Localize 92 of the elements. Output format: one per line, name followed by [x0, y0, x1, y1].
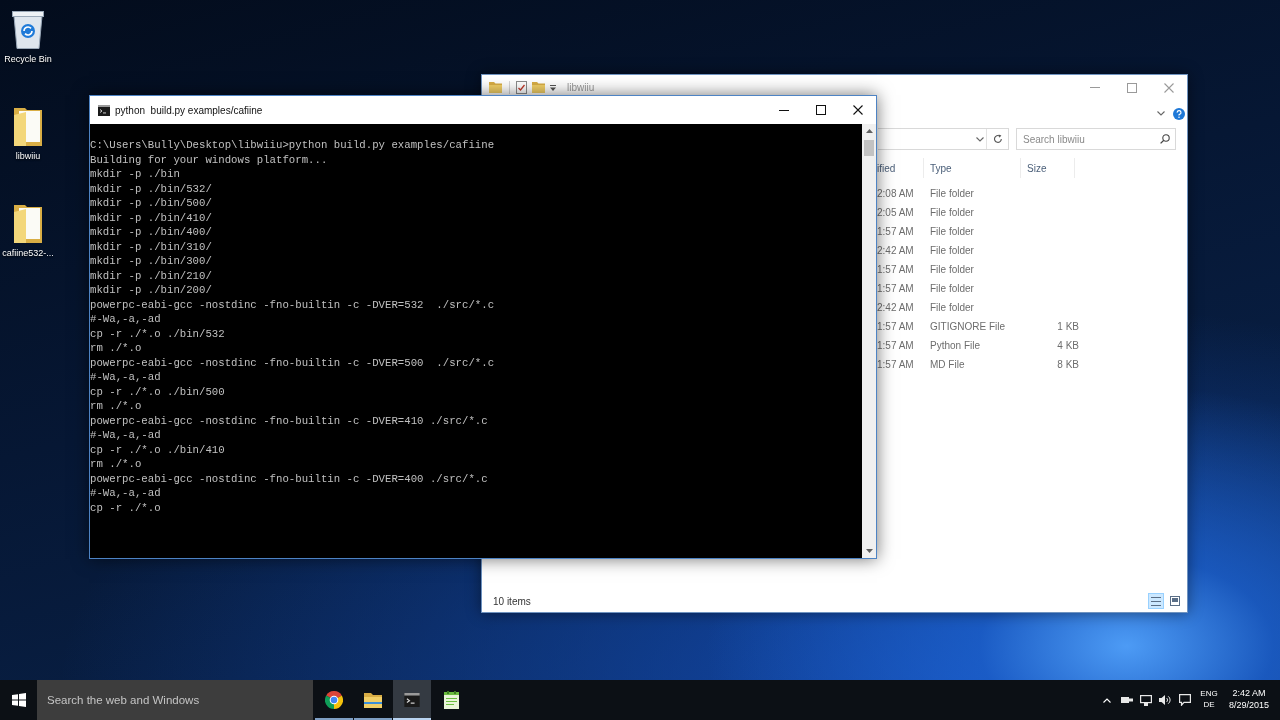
item-count: 10 items	[493, 595, 531, 607]
table-cell-text: 1:57 AM	[877, 282, 915, 296]
desktop-icon-label[interactable]: cafiine532-...	[2, 247, 54, 259]
console-line: Building for your windows platform...	[90, 152, 328, 167]
console-line: C:\Users\Bully\Desktop\libwiiu>python build.py examples/cafiine	[90, 138, 495, 153]
table-cell-text: File folder	[930, 301, 975, 315]
table-cell-text: 8 KB	[1056, 358, 1080, 372]
desktop-icon-label[interactable]: libwiiu	[15, 150, 41, 162]
console-line: powerpc-eabi-gcc -nostdinc -fno-builtin -c -DVER=410 ./src/*.c	[90, 413, 488, 428]
table-cell-text: 1:57 AM	[877, 320, 915, 334]
maximize-icon[interactable]	[815, 105, 826, 115]
window-title: libwiiu	[567, 82, 595, 93]
table-cell-text: 2:42 AM	[877, 244, 915, 258]
console-line: powerpc-eabi-gcc -nostdinc -fno-builtin -c -DVER=500 ./src/*.c	[90, 355, 495, 370]
console-line: cp -r ./*.o ./bin/500	[90, 384, 225, 399]
close-icon[interactable]	[852, 105, 863, 115]
desktop-icon-label[interactable]: Recycle Bin	[4, 53, 52, 65]
caret-icon[interactable]	[549, 84, 557, 91]
console-line: mkdir -p ./bin/300/	[90, 254, 212, 269]
recycle-bin-icon[interactable]	[11, 9, 45, 49]
ribbon-toggle-icon[interactable]	[1157, 111, 1165, 116]
taskbar-button[interactable]	[393, 680, 431, 720]
table-cell-text: 4 KB	[1056, 339, 1080, 353]
browser-icon[interactable]	[325, 691, 343, 709]
monitor-icon[interactable]	[1139, 694, 1152, 706]
message-icon[interactable]	[1178, 694, 1191, 706]
console-line: mkdir -p ./bin/410/	[90, 210, 212, 225]
column-header[interactable]: Type	[930, 158, 1021, 178]
console-line: mkdir -p ./bin/400/	[90, 225, 212, 240]
refresh-icon[interactable]	[992, 134, 1003, 144]
console-line: cp -r ./*.o	[90, 500, 161, 515]
speaker-icon[interactable]	[1158, 695, 1171, 705]
console-line: rm ./*.o	[90, 457, 142, 472]
search-field[interactable]: Search libwiiu	[1016, 128, 1176, 150]
console-line: powerpc-eabi-gcc -nostdinc -fno-builtin -c -DVER=532 ./src/*.c	[90, 297, 495, 312]
clock-time[interactable]: 2:42 AM	[1232, 689, 1266, 699]
windows-logo-icon[interactable]	[11, 693, 26, 707]
folder-icon[interactable]	[364, 692, 382, 708]
console-line: mkdir -p ./bin/200/	[90, 283, 212, 298]
table-cell-text: 2:08 AM	[877, 187, 915, 201]
table-cell-text: MD File	[930, 358, 966, 372]
table-cell-text: 2:05 AM	[877, 206, 915, 220]
table-cell-text: File folder	[930, 225, 975, 239]
console-line: mkdir -p ./bin/310/	[90, 239, 212, 254]
console-line: #-Wa,-a,-ad	[90, 370, 161, 385]
table-cell-text: File folder	[930, 206, 975, 220]
console-line: powerpc-eabi-gcc -nostdinc -fno-builtin -c -DVER=400 ./src/*.c	[90, 471, 488, 486]
console-line: cp -r ./*.o ./bin/410	[90, 442, 225, 457]
language-code[interactable]: ENG	[1200, 690, 1218, 699]
minimize-icon[interactable]	[778, 109, 789, 111]
console-line: mkdir -p ./bin/210/	[90, 268, 212, 283]
terminal-icon[interactable]	[404, 693, 420, 707]
table-cell-text: File folder	[930, 263, 975, 277]
table-cell-text: 1 KB	[1056, 320, 1080, 334]
help-icon[interactable]	[1173, 107, 1185, 120]
plug-icon[interactable]	[1120, 697, 1133, 703]
folder-icon[interactable]	[13, 106, 43, 146]
table-cell-text: File folder	[930, 244, 975, 258]
console-line: mkdir -p ./bin/532/	[90, 181, 212, 196]
column-header[interactable]: Size	[1027, 158, 1075, 178]
console-line: mkdir -p ./bin/500/	[90, 196, 212, 211]
table-cell-text: File folder	[930, 187, 975, 201]
console-line: rm ./*.o	[90, 341, 142, 356]
search-field[interactable]: Search the web and Windows	[37, 680, 313, 720]
console-line: mkdir -p ./bin	[90, 167, 180, 182]
terminal-icon[interactable]	[98, 104, 110, 116]
clock-date[interactable]: 8/29/2015	[1228, 701, 1269, 711]
console-line: rm ./*.o	[90, 399, 142, 414]
table-cell-text: 1:57 AM	[877, 263, 915, 277]
window-title: python build.py examples/cafiine	[115, 104, 263, 116]
history-chevron-icon[interactable]	[976, 136, 984, 142]
chevron-up-icon[interactable]	[1103, 697, 1111, 703]
folder-icon[interactable]	[13, 203, 43, 243]
scroll-up-icon[interactable]	[865, 129, 873, 133]
console-line: cp -r ./*.o ./bin/532	[90, 326, 225, 341]
search-icon[interactable]	[1160, 134, 1170, 144]
table-cell-text: Python File	[930, 339, 982, 353]
table-cell-text: 2:42 AM	[877, 301, 915, 315]
console-line: #-Wa,-a,-ad	[90, 486, 161, 501]
properties-icon[interactable]	[516, 81, 527, 94]
keyboard-layout[interactable]: DE	[1203, 701, 1215, 710]
console-line: #-Wa,-a,-ad	[90, 428, 161, 443]
table-cell-text: File folder	[930, 282, 975, 296]
scrollbar[interactable]	[862, 124, 876, 558]
table-cell-text: 1:57 AM	[877, 358, 915, 372]
table-cell-text: 1:57 AM	[877, 339, 915, 353]
scroll-down-icon[interactable]	[865, 549, 873, 553]
table-cell-text: GITIGNORE File	[930, 320, 1006, 334]
table-cell-text: 1:57 AM	[877, 225, 915, 239]
console-line: #-Wa,-a,-ad	[90, 312, 161, 327]
scrollbar-thumb[interactable]	[864, 140, 874, 156]
notepad-icon[interactable]	[443, 691, 459, 709]
